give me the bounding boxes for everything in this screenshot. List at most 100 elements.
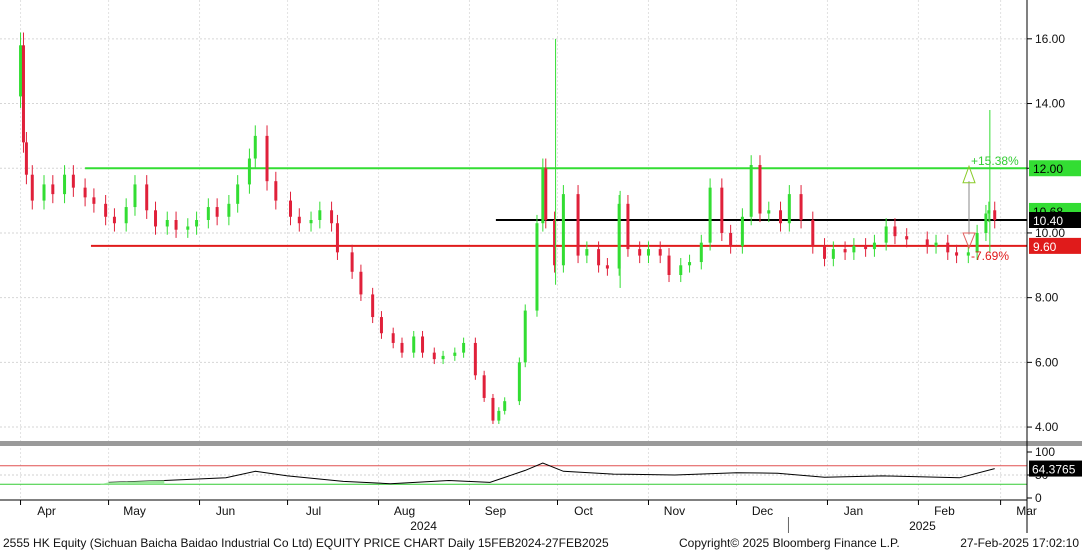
candle-body — [21, 45, 25, 143]
candle-body — [412, 336, 416, 353]
month-label-Oct: Oct — [574, 504, 593, 518]
candle-body — [227, 203, 231, 217]
candle-body — [767, 210, 771, 214]
candle-body — [206, 207, 210, 220]
candle-body — [453, 352, 457, 356]
month-label-Mar: Mar — [1016, 504, 1037, 518]
candle-body — [124, 207, 128, 224]
candle-body — [462, 342, 466, 353]
svg-text:9.60: 9.60 — [1033, 240, 1057, 254]
month-label-Nov: Nov — [664, 504, 685, 518]
candle-body — [83, 187, 87, 198]
y-tick-label-10.00: 10.00 — [1035, 226, 1065, 240]
month-label-Apr: Apr — [37, 504, 56, 518]
candle-body — [274, 181, 278, 201]
pct-up-label: +15.38% — [971, 154, 1019, 168]
candle-body — [253, 135, 257, 159]
candle-body — [186, 226, 190, 230]
candle-body — [843, 249, 847, 253]
candle-body — [482, 375, 486, 398]
candle-body — [265, 135, 269, 182]
candle-body — [288, 200, 292, 217]
candle-body — [330, 210, 334, 224]
footer-copyright: Copyright© 2025 Bloomberg Finance L.P. — [679, 536, 900, 550]
candle-body — [699, 242, 703, 263]
candle-body — [811, 220, 815, 246]
candle-body — [318, 210, 322, 220]
candle-body — [297, 216, 301, 224]
candle-body — [893, 226, 897, 237]
candle-body — [247, 158, 251, 185]
month-label-Aug: Aug — [394, 504, 415, 518]
candle-body — [946, 242, 950, 253]
candle-body — [787, 194, 791, 224]
candle-body — [758, 165, 762, 214]
year-label-2024: 2024 — [410, 519, 437, 533]
year-label-2025: 2025 — [909, 519, 936, 533]
candle-body — [497, 410, 501, 421]
candle-body — [42, 184, 46, 201]
candle-body — [517, 362, 521, 402]
candle-body — [544, 168, 548, 220]
rsi-tick-label-0: 0 — [1035, 491, 1042, 505]
candle-body — [799, 194, 803, 220]
candle-body — [872, 242, 876, 250]
y-tick-label-6.00: 6.00 — [1035, 355, 1059, 369]
candle-body — [400, 342, 404, 353]
y-tick-label-8.00: 8.00 — [1035, 291, 1059, 305]
badge-ref-10.40: 10.40 — [1029, 212, 1081, 228]
candle-body — [720, 187, 724, 233]
candle-body — [708, 187, 712, 243]
candle-body — [688, 262, 692, 266]
candle-body — [174, 220, 178, 230]
svg-text:12.00: 12.00 — [1033, 162, 1063, 176]
candle-body — [984, 213, 988, 233]
candle-body — [966, 252, 970, 256]
y-tick-label-16.00: 16.00 — [1035, 32, 1065, 46]
candle-body — [215, 207, 219, 217]
candle-body — [309, 220, 313, 224]
candle-body — [432, 352, 436, 360]
month-label-Jan: Jan — [844, 504, 863, 518]
svg-text:64.3765: 64.3765 — [1032, 463, 1076, 477]
candle-body — [30, 174, 34, 201]
badge-ref-12.00: 12.00 — [1029, 160, 1081, 177]
candle-body — [658, 249, 662, 256]
month-label-Feb: Feb — [934, 504, 955, 518]
candle-body — [667, 255, 671, 275]
candle-body — [359, 271, 363, 295]
candle-body — [831, 249, 835, 259]
month-label-May: May — [123, 504, 146, 518]
candle-body — [729, 232, 733, 246]
footer-timestamp: 27-Feb-2025 17:02:10 — [960, 536, 1079, 550]
candle-body — [852, 245, 856, 253]
candle-body — [112, 216, 116, 224]
candle-body — [104, 203, 108, 217]
pct-down-label: -7.69% — [971, 249, 1009, 263]
candle-body — [864, 245, 868, 250]
month-label-Jul: Jul — [306, 504, 321, 518]
candle-body — [576, 194, 580, 256]
candle-body — [585, 249, 589, 256]
candle-body — [350, 252, 354, 272]
candle-body — [955, 252, 959, 256]
candle-body — [541, 168, 545, 224]
rsi-tick-label-100: 100 — [1035, 445, 1055, 459]
candle-body — [473, 342, 477, 376]
candle-body — [597, 249, 601, 266]
price-chart: 4.006.008.0010.0012.0014.0016.0010.6812.… — [0, 0, 1082, 533]
month-label-Jun: Jun — [216, 504, 235, 518]
panel-divider — [0, 441, 1082, 446]
candle-body — [19, 45, 23, 97]
candle-body — [740, 216, 744, 246]
month-label-Sep: Sep — [485, 504, 507, 518]
candle-body — [71, 174, 75, 188]
candle-body — [535, 223, 539, 311]
candle-body — [605, 265, 609, 269]
candle-body — [503, 401, 507, 411]
candle-body — [561, 194, 565, 266]
candle-body — [165, 220, 169, 227]
candle-body — [379, 317, 383, 334]
badge-rsi: 64.3765 — [1029, 460, 1082, 477]
candle-body — [679, 265, 683, 275]
